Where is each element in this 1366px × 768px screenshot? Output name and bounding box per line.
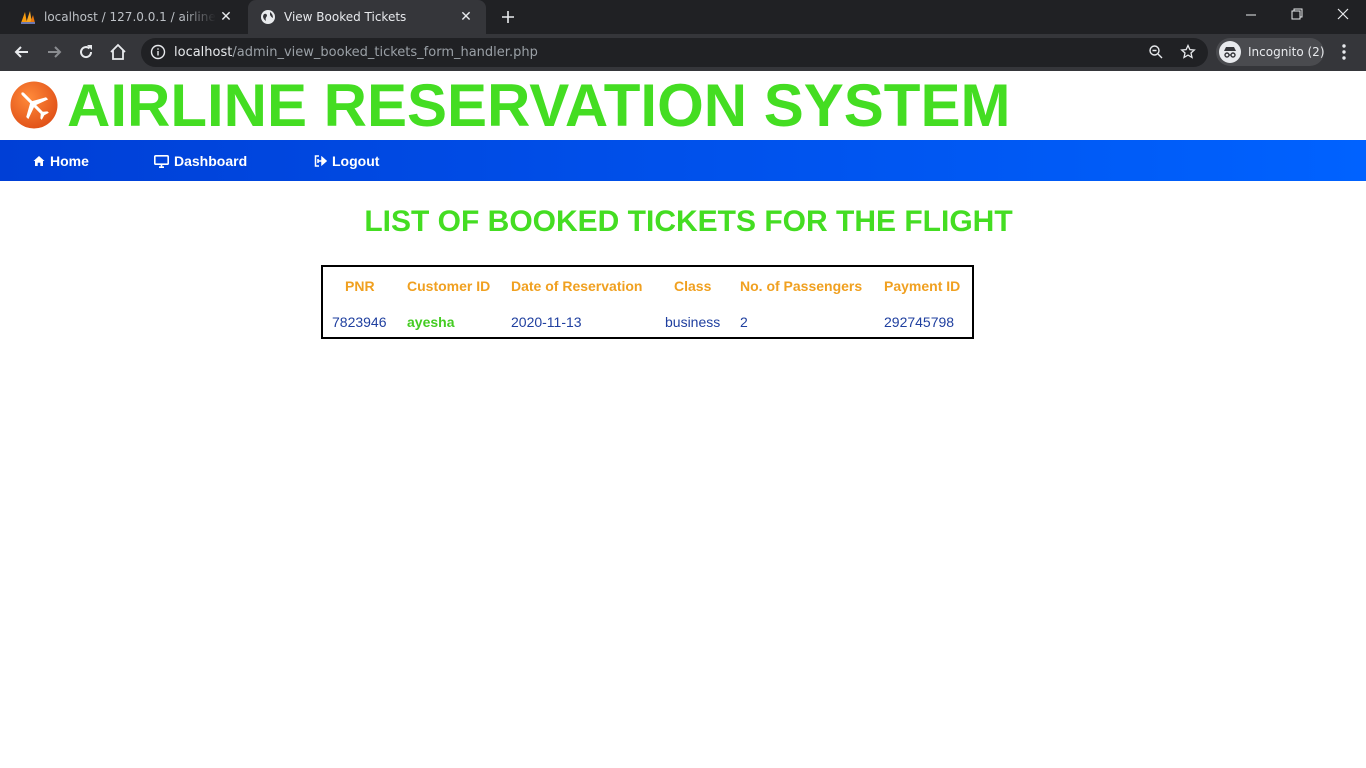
site-title: AIRLINE RESERVATION SYSTEM — [67, 72, 1011, 139]
url-host: localhost — [174, 45, 233, 60]
home-browser-icon[interactable] — [108, 42, 128, 62]
close-window-icon[interactable] — [1320, 0, 1366, 30]
incognito-badge[interactable]: Incognito (2) — [1216, 38, 1325, 66]
nav-logout-label: Logout — [332, 153, 380, 169]
browser-tab-active[interactable]: View Booked Tickets ✕ — [248, 0, 486, 34]
tab-close-icon[interactable]: ✕ — [458, 9, 474, 25]
cell-customer-id: ayesha — [407, 314, 455, 330]
forward-icon[interactable] — [44, 42, 64, 62]
tab-close-icon[interactable]: ✕ — [218, 9, 234, 25]
browser-tab-strip: localhost / 127.0.0.1 / airline rese ✕ V… — [0, 0, 1366, 34]
tab-title: localhost / 127.0.0.1 / airline rese — [44, 10, 216, 24]
phpmyadmin-icon — [21, 11, 35, 24]
url-text[interactable]: localhost/admin_view_booked_tickets_form… — [174, 44, 538, 61]
column-header-date-of-reservation: Date of Reservation — [511, 278, 643, 294]
nav-dashboard-label: Dashboard — [174, 153, 248, 169]
minimize-icon[interactable] — [1228, 0, 1274, 30]
main-navbar: Home Dashboard Logout — [0, 140, 1366, 181]
nav-logout-link[interactable]: Logout — [314, 152, 379, 170]
cell-date-of-reservation: 2020-11-13 — [511, 314, 582, 330]
reload-icon[interactable] — [76, 42, 96, 62]
desktop-icon — [154, 154, 169, 168]
nav-home-label: Home — [50, 153, 89, 169]
zoom-icon[interactable] — [1148, 44, 1164, 60]
cell-pnr: 7823946 — [332, 314, 387, 330]
cell-payment-id: 292745798 — [884, 314, 955, 330]
logout-icon — [314, 155, 327, 167]
tab-title: View Booked Tickets — [284, 10, 407, 24]
incognito-icon — [1219, 41, 1241, 63]
booked-tickets-table: PNR Customer ID Date of Reservation Clas… — [321, 265, 974, 339]
cell-class: business — [665, 314, 721, 330]
globe-icon — [261, 10, 275, 24]
restore-icon[interactable] — [1274, 0, 1320, 30]
more-menu-icon[interactable] — [1336, 42, 1352, 62]
new-tab-icon[interactable] — [498, 7, 518, 27]
info-icon[interactable] — [150, 44, 166, 60]
column-header-passengers: No. of Passengers — [740, 278, 863, 294]
nav-dashboard-link[interactable]: Dashboard — [154, 152, 247, 170]
nav-home-link[interactable]: Home — [33, 152, 89, 170]
incognito-label: Incognito (2) — [1248, 45, 1325, 59]
airplane-icon — [10, 81, 58, 129]
column-header-class: Class — [674, 278, 712, 294]
column-header-pnr: PNR — [345, 278, 375, 294]
browser-tab[interactable]: localhost / 127.0.0.1 / airline rese ✕ — [8, 0, 246, 34]
url-path: /admin_view_booked_tickets_form_handler.… — [232, 45, 538, 60]
site-header: AIRLINE RESERVATION SYSTEM — [0, 71, 1366, 140]
home-icon — [33, 156, 45, 166]
column-header-payment-id: Payment ID — [884, 278, 961, 294]
column-header-customer-id: Customer ID — [407, 278, 491, 294]
back-icon[interactable] — [12, 42, 32, 62]
page-heading: LIST OF BOOKED TICKETS FOR THE FLIGHT — [364, 205, 1013, 238]
bookmark-star-icon[interactable] — [1180, 44, 1196, 60]
cell-passengers: 2 — [740, 314, 748, 330]
